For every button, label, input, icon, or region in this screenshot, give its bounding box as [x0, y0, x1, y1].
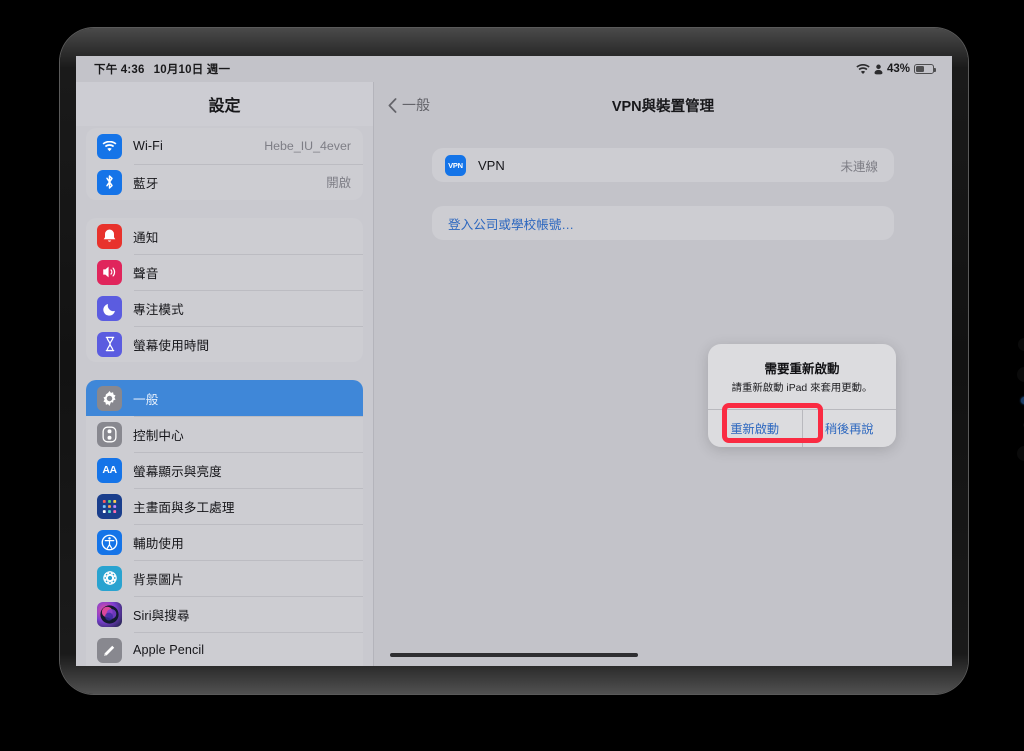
restart-required-alert: 需要重新啟動 請重新啟動 iPad 來套用更動。 重新啟動 稍後再說: [708, 344, 897, 448]
sidebar-item-label: Apple Pencil: [133, 643, 205, 657]
sidebar-item-[interactable]: 一般: [86, 380, 363, 416]
sidebar-item-label: 通知: [133, 230, 159, 245]
device-side-button-volume-up[interactable]: [1017, 367, 1024, 382]
battery-icon: [914, 64, 937, 74]
sidebar-item-label: 藍牙: [133, 176, 159, 191]
sidebar-item-value: Hebe_IU_4ever: [264, 139, 351, 153]
sidebar-item-[interactable]: 聲音: [86, 254, 363, 290]
sidebar-item-[interactable]: 螢幕使用時間: [86, 326, 363, 362]
home-grid-icon: [97, 493, 122, 519]
sidebar-group: 一般控制中心 AA 螢幕顯示與亮度 主畫面與多工處理 輔助使用背景圖片 Siri與搜尋 Ap…: [86, 380, 363, 666]
sidebar-item-label: 專注模式: [133, 302, 184, 317]
restart-button[interactable]: 重新啟動: [708, 410, 802, 447]
sidebar-item-[interactable]: 通知: [86, 218, 363, 254]
sidebar-item-[interactable]: AA 螢幕顯示與亮度: [86, 452, 363, 488]
settings-split-view: 設定 Wi-Fi Hebe_IU_4ever 藍牙 開啟 通知 聲音 專注模式 螢幕使用時間一…: [76, 82, 952, 666]
sidebar-item-[interactable]: 藍牙 開啟: [86, 164, 363, 200]
alert-message: 請重新啟動 iPad 來套用更動。: [731, 383, 873, 394]
sidebar-item-apple-pencil[interactable]: Apple Pencil: [86, 632, 363, 666]
wifi-icon: [856, 63, 870, 75]
speaker-icon: [97, 259, 122, 285]
detail-pane: 一般 VPN與裝置管理 VPN VPN 未連線 登入公司或學校帳號… 需要重新啟…: [374, 82, 952, 666]
sidebar-item-label: 背景圖片: [133, 572, 184, 587]
gear-icon: [97, 385, 122, 411]
sidebar-group: 通知聲音專注模式螢幕使用時間: [86, 218, 363, 362]
battery-fill: [916, 66, 924, 72]
battery-percent-label: 43%: [886, 63, 910, 75]
moon-icon: [97, 295, 122, 321]
sidebar-item-label: Siri與搜尋: [133, 608, 190, 623]
bell-icon: [97, 223, 122, 249]
pencil-icon: [97, 637, 122, 663]
status-bar-date: 10月10日 週一: [153, 64, 231, 76]
accessibility-icon: [97, 529, 122, 555]
sidebar-item-label: 主畫面與多工處理: [133, 500, 235, 515]
later-button[interactable]: 稍後再說: [801, 410, 897, 448]
aa-icon: AA: [97, 457, 122, 483]
flower-icon: [97, 565, 122, 591]
siri-icon: [97, 601, 122, 627]
sidebar-group: Wi-Fi Hebe_IU_4ever 藍牙 開啟: [86, 128, 363, 200]
sidebar-item-[interactable]: 輔助使用: [86, 524, 363, 560]
sidebar-item-label: 輔助使用: [133, 536, 184, 551]
status-bar-right: 43%: [856, 63, 937, 75]
sidebar-item-label: 控制中心: [133, 428, 184, 443]
alert-title: 需要重新啟動: [764, 362, 840, 376]
wifi-icon: [97, 133, 122, 159]
sidebar-groups: Wi-Fi Hebe_IU_4ever 藍牙 開啟通知聲音專注模式螢幕使用時間 一般控制…: [76, 128, 373, 666]
toggles-icon: [97, 421, 122, 447]
sidebar-item-label: 聲音: [133, 266, 159, 281]
sidebar-item-[interactable]: 背景圖片: [86, 560, 363, 596]
alert-backdrop: 需要重新啟動 請重新啟動 iPad 來套用更動。 重新啟動 稍後再說: [374, 82, 952, 666]
device-side-button-volume-down[interactable]: [1017, 446, 1024, 461]
status-bar: 下午 4:36 10月10日 週一 43%: [76, 56, 952, 82]
hourglass-icon: [97, 331, 122, 357]
sidebar-title: 設定: [76, 82, 373, 126]
ipad-screen: 下午 4:36 10月10日 週一 43% 設定 Wi-Fi Hebe_IU_4…: [76, 56, 952, 666]
alert-body: 需要重新啟動 請重新啟動 iPad 來套用更動。: [708, 344, 896, 409]
person-lock-icon: [874, 64, 883, 75]
status-bar-left: 下午 4:36 10月10日 週一: [94, 61, 230, 77]
status-bar-time: 下午 4:36: [94, 64, 145, 76]
sidebar-item-label: Wi-Fi: [133, 139, 163, 153]
ipad-device-frame: 下午 4:36 10月10日 週一 43% 設定 Wi-Fi Hebe_IU_4…: [60, 28, 1024, 694]
sidebar-item-wi-fi[interactable]: Wi-Fi Hebe_IU_4ever: [86, 128, 363, 164]
sidebar-item-[interactable]: 控制中心: [86, 416, 363, 452]
sidebar-item-label: 螢幕顯示與亮度: [133, 464, 222, 479]
settings-sidebar: 設定 Wi-Fi Hebe_IU_4ever 藍牙 開啟 通知 聲音 專注模式 螢幕使用時間一…: [76, 82, 374, 666]
sidebar-item-[interactable]: 主畫面與多工處理: [86, 488, 363, 524]
home-indicator[interactable]: [390, 652, 638, 657]
sidebar-item-[interactable]: 專注模式: [86, 290, 363, 326]
sidebar-item-siri[interactable]: Siri與搜尋: [86, 596, 363, 632]
sidebar-item-label: 螢幕使用時間: [133, 338, 210, 353]
alert-actions: 重新啟動 稍後再說: [708, 409, 897, 448]
sidebar-item-value: 開啟: [326, 176, 351, 190]
sidebar-item-label: 一般: [133, 392, 159, 407]
device-side-button-top[interactable]: [1018, 338, 1024, 351]
bluetooth-icon: [97, 169, 122, 195]
